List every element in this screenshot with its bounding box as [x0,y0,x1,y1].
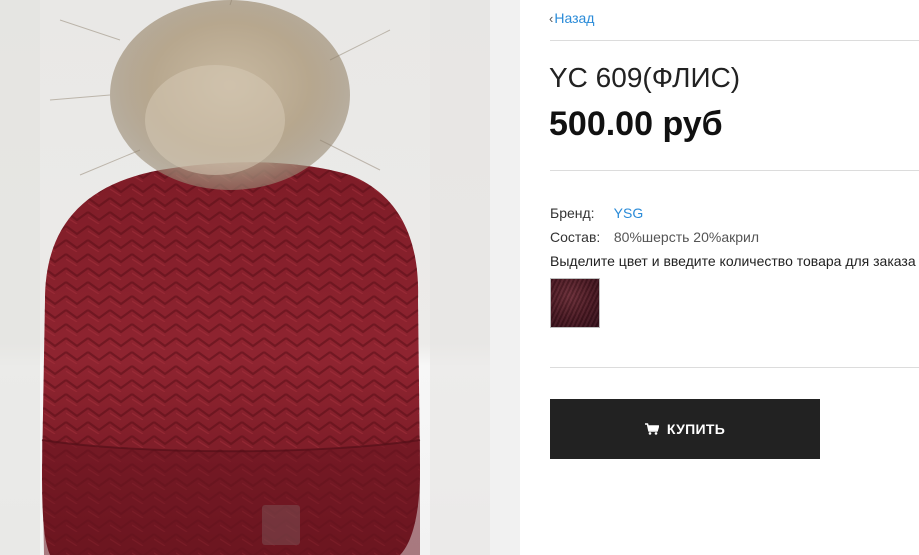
product-price: 500.00 руб [549,105,723,143]
back-link[interactable]: ‹Назад [549,9,594,28]
brand-label: Бренд: [550,205,595,221]
buy-button[interactable]: КУПИТЬ [550,399,820,459]
color-swatch[interactable] [550,278,600,328]
product-title: YC 609(ФЛИС) [549,62,741,93]
chevron-left-icon: ‹ [549,11,554,26]
attribute-composition: Состав: 80%шерсть 20%акрил [550,228,759,246]
brand-link[interactable]: YSG [614,205,644,221]
color-selection-hint: Выделите цвет и введите количество товар… [550,253,916,269]
buy-button-label: КУПИТЬ [666,421,726,437]
attribute-brand: Бренд: YSG [550,204,643,222]
composition-value: 80%шерсть 20%акрил [613,229,760,245]
divider [550,170,919,171]
cart-icon [644,423,659,435]
back-link-label: Назад [554,10,595,26]
divider [550,40,919,41]
composition-label: Состав: [550,229,601,245]
divider [550,367,919,368]
hat-photo [0,0,490,555]
product-image[interactable] [0,0,520,555]
image-side-strip [490,0,520,555]
